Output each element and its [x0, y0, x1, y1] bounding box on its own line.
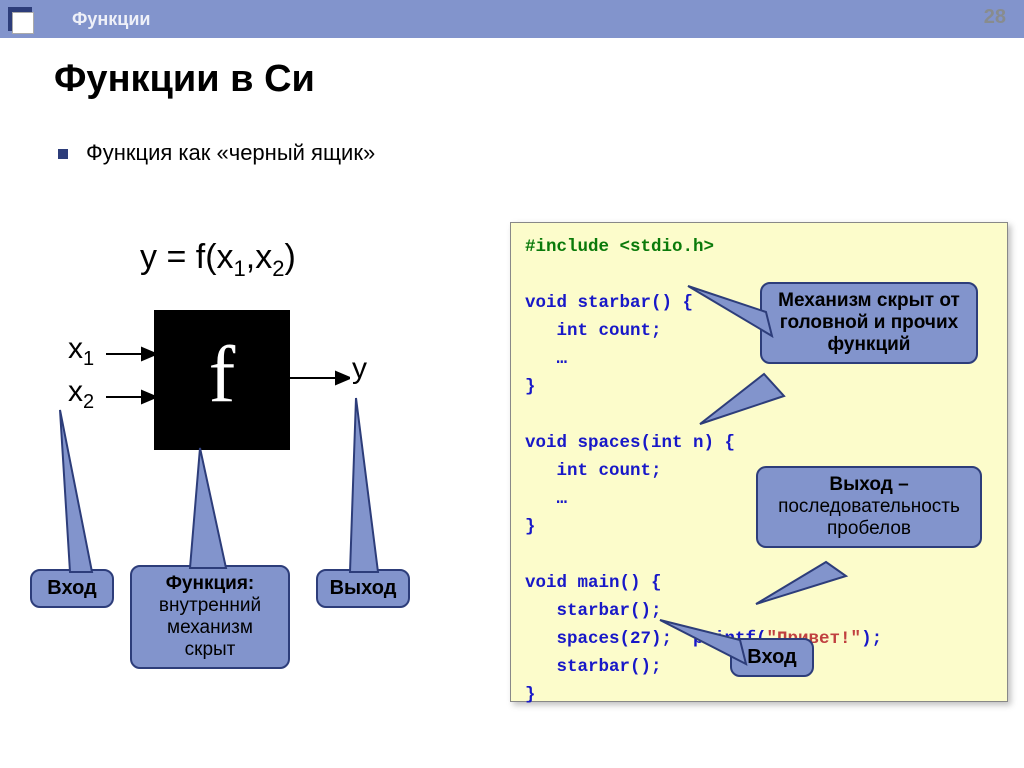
black-box: f — [154, 310, 290, 450]
header-logo-overlay-icon — [12, 12, 34, 34]
page-number: 28 — [984, 6, 1006, 29]
section-label: Функции — [72, 9, 150, 30]
callout-sequence: Выход –последовательность пробелов — [756, 466, 982, 548]
y-label: y — [352, 352, 367, 386]
x1-label: x1 — [68, 332, 94, 371]
arrow-y-icon — [290, 370, 350, 386]
slide-title: Функции в Си — [54, 58, 315, 101]
slide-header: Функции — [0, 0, 1024, 38]
x2-label: x2 — [68, 375, 94, 414]
callout-output: Выход — [316, 569, 410, 608]
callout-input: Вход — [30, 569, 114, 608]
callout-mechanism: Механизм скрыт от головной и прочих функ… — [760, 282, 978, 364]
callout-function: Функция:внутренний механизм скрыт — [130, 565, 290, 669]
arrow-x1-icon — [106, 346, 156, 362]
bullet-text: Функция как «черный ящик» — [58, 140, 375, 166]
formula: y = f(x1,x2) — [140, 238, 296, 282]
arrow-x2-icon — [106, 389, 156, 405]
callout-input-2: Вход — [730, 638, 814, 677]
